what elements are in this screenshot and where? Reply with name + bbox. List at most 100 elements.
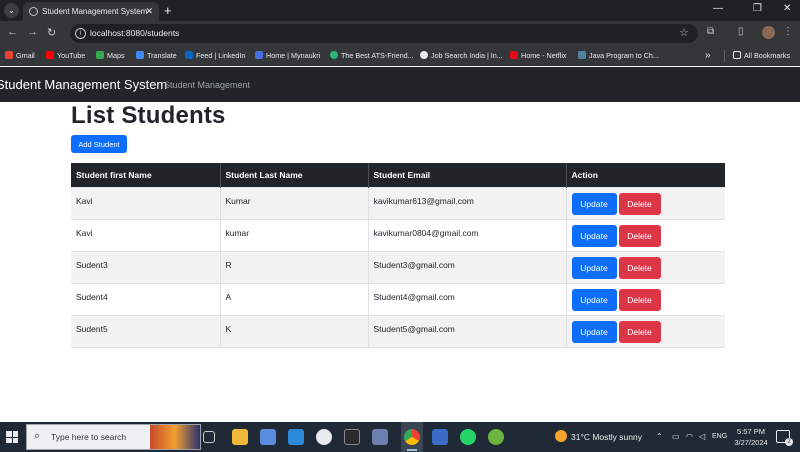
- clock[interactable]: 5:57 PM 3/27/2024: [732, 426, 770, 448]
- maps-icon: [96, 51, 104, 59]
- minimize-icon[interactable]: —: [713, 3, 723, 14]
- chrome-running-indicator: [407, 449, 417, 451]
- volume-icon[interactable]: ◁: [699, 422, 705, 452]
- delete-button[interactable]: Delete: [618, 288, 661, 311]
- job-search-icon: [420, 51, 428, 59]
- site-info-icon[interactable]: i: [75, 28, 86, 39]
- restore-icon[interactable]: ❐: [753, 3, 762, 14]
- cell-first-name: Sudent4: [71, 282, 221, 315]
- bookmark-mynaukri[interactable]: Home | Mynaukri: [255, 46, 320, 66]
- delete-button[interactable]: Delete: [618, 192, 661, 215]
- app-icon[interactable]: [372, 429, 388, 445]
- bookmarks-divider: [724, 50, 725, 62]
- close-icon[interactable]: ✕: [145, 2, 153, 21]
- cell-first-name: Kavi: [71, 186, 221, 219]
- header-last-name: Student Last Name: [220, 163, 369, 187]
- update-button[interactable]: Update: [571, 288, 617, 311]
- delete-button[interactable]: Delete: [618, 256, 661, 279]
- cell-first-name: Sudent3: [71, 250, 221, 283]
- bookmark-linkedin[interactable]: Feed | LinkedIn: [185, 46, 245, 66]
- task-view-icon[interactable]: [203, 431, 215, 443]
- nav-link-student-management[interactable]: Student Management: [164, 67, 250, 103]
- eclipse-icon[interactable]: [316, 429, 332, 445]
- more-menu-icon[interactable]: ⋮: [783, 26, 793, 37]
- cell-action: Update Delete: [566, 282, 725, 315]
- url-text[interactable]: localhost:8080/students: [90, 24, 179, 43]
- weather-widget[interactable]: 31°C Mostly sunny: [555, 422, 642, 452]
- reload-icon[interactable]: ↻: [47, 26, 56, 39]
- all-bookmarks[interactable]: All Bookmarks: [733, 46, 790, 66]
- terminal-icon[interactable]: [344, 429, 360, 445]
- photos-icon[interactable]: [260, 429, 276, 445]
- search-icon: ⌕: [34, 430, 41, 442]
- folder-icon: [733, 51, 741, 59]
- cell-action: Update Delete: [566, 218, 725, 251]
- bookmark-netflix[interactable]: Home - Netflix: [510, 46, 567, 66]
- bookmarks-bar: Gmail YouTube Maps Translate Feed | Link…: [0, 46, 800, 66]
- file-explorer-icon[interactable]: [232, 429, 248, 445]
- windows-start-icon[interactable]: [6, 431, 18, 443]
- whatsapp-icon[interactable]: [460, 429, 476, 445]
- delete-button[interactable]: Delete: [618, 224, 661, 247]
- bookmark-ats[interactable]: The Best ATS-Friend...: [330, 46, 414, 66]
- tab-search-icon[interactable]: ⌄: [4, 3, 19, 18]
- update-button[interactable]: Update: [571, 320, 617, 343]
- update-button[interactable]: Update: [571, 224, 617, 247]
- netflix-icon: [510, 51, 518, 59]
- window-close-icon[interactable]: ✕: [783, 3, 791, 14]
- bookmark-java[interactable]: Java Program to Ch...: [578, 46, 659, 66]
- browser-tab[interactable]: Student Management System ✕: [23, 2, 159, 21]
- cell-email: Student4@gmail.com: [368, 282, 567, 315]
- add-student-button[interactable]: Add Student: [71, 135, 127, 153]
- cell-email: Student5@gmail.com: [368, 314, 567, 348]
- battery-icon[interactable]: ▭: [672, 422, 680, 452]
- linkedin-icon: [185, 51, 193, 59]
- browser-toolbar: ← → ↻ i localhost:8080/students ☆ ⧉ ▯ ⋮: [0, 21, 800, 46]
- bookmark-gmail[interactable]: Gmail: [5, 46, 35, 66]
- extensions-icon[interactable]: ⧉: [707, 26, 714, 37]
- clock-date: 3/27/2024: [734, 438, 768, 447]
- bookmark-maps[interactable]: Maps: [96, 46, 125, 66]
- navbar-brand[interactable]: Student Management System: [0, 67, 167, 103]
- cell-last-name: K: [220, 314, 369, 348]
- bookmark-star-icon[interactable]: ☆: [679, 26, 689, 39]
- visual-studio-icon[interactable]: [432, 429, 448, 445]
- cell-email: Student3@gmail.com: [368, 250, 567, 283]
- naukri-icon: [255, 51, 263, 59]
- taskbar-search[interactable]: ⌕ Type here to search: [26, 424, 201, 450]
- forward-arrow-icon[interactable]: →: [27, 26, 38, 38]
- bookmark-translate[interactable]: Translate: [136, 46, 177, 66]
- search-highlight-image: [150, 425, 200, 449]
- update-button[interactable]: Update: [571, 256, 617, 279]
- new-tab-button[interactable]: +: [164, 2, 172, 19]
- back-arrow-icon[interactable]: ←: [7, 26, 18, 38]
- address-bar[interactable]: i localhost:8080/students ☆: [70, 24, 698, 43]
- bookmark-youtube[interactable]: YouTube: [46, 46, 85, 66]
- cell-action: Update Delete: [566, 186, 725, 219]
- delete-button[interactable]: Delete: [618, 320, 661, 343]
- wifi-icon[interactable]: ◠: [686, 422, 693, 452]
- header-action: Action: [566, 163, 725, 187]
- gmail-icon: [5, 51, 13, 59]
- header-email: Student Email: [368, 163, 567, 187]
- search-placeholder[interactable]: Type here to search: [51, 425, 126, 449]
- vscode-icon[interactable]: [288, 429, 304, 445]
- notification-badge: 2: [785, 438, 793, 446]
- cell-email: kavikumar0804@gmail.com: [368, 218, 567, 251]
- table-header-row: Student first Name Student Last Name Stu…: [71, 163, 725, 187]
- tray-overflow-icon[interactable]: ⌃: [656, 422, 663, 452]
- language-indicator[interactable]: ENG: [712, 422, 727, 452]
- page-title: List Students: [71, 102, 226, 129]
- update-button[interactable]: Update: [571, 192, 617, 215]
- bookmarks-overflow-icon[interactable]: »: [705, 46, 711, 66]
- students-table: Student first Name Student Last Name Stu…: [71, 163, 725, 348]
- cell-last-name: Kumar: [220, 186, 369, 219]
- os-taskbar: ⌕ Type here to search 31°C Mostly sunny …: [0, 422, 800, 452]
- chrome-icon[interactable]: [404, 429, 420, 445]
- bookmark-job-search[interactable]: Job Search India | In...: [420, 46, 503, 66]
- spring-icon[interactable]: [488, 429, 504, 445]
- profile-avatar[interactable]: [762, 26, 775, 39]
- notification-icon[interactable]: 2: [776, 430, 793, 446]
- side-panel-icon[interactable]: ▯: [738, 26, 744, 37]
- cell-first-name: Kavi: [71, 218, 221, 251]
